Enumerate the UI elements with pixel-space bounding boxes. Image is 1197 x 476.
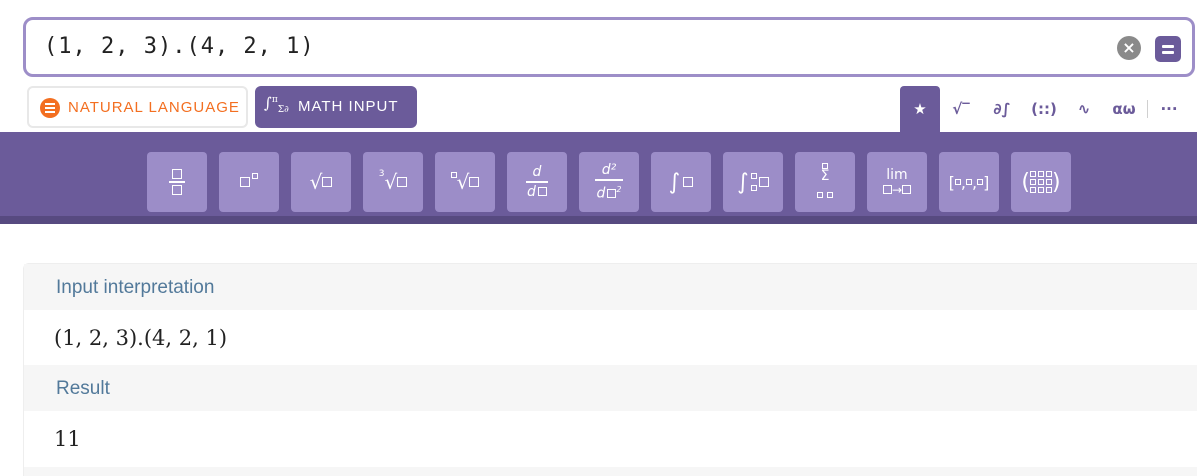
second-derivative-button[interactable]: d² d2: [579, 152, 639, 212]
integral-button[interactable]: ∫: [651, 152, 711, 212]
limit-icon: lim →: [867, 152, 927, 212]
derivative-button[interactable]: d d: [507, 152, 567, 212]
superscript-icon: [219, 152, 279, 212]
wave-icon: ∿: [1077, 100, 1091, 118]
math-input-button[interactable]: ∫πΣ∂ MATH INPUT: [255, 86, 417, 128]
fraction-icon: [147, 152, 207, 212]
input-value[interactable]: (1, 2, 3).(4, 2, 1): [44, 34, 315, 59]
nth-root-icon: √: [435, 152, 495, 212]
cube-root-icon: 3 √: [363, 152, 423, 212]
natural-language-label: NATURAL LANGUAGE: [68, 99, 240, 116]
integral-icon: ∫: [651, 152, 711, 212]
results-panel: Input interpretation (1, 2, 3).(4, 2, 1)…: [23, 263, 1197, 476]
clear-icon[interactable]: ×: [1117, 36, 1141, 60]
pod-header-input: Input interpretation: [24, 264, 1197, 310]
math-input-label: MATH INPUT: [298, 98, 399, 115]
partial-integral-icon: ∂∫: [993, 100, 1011, 118]
sum-button[interactable]: Σ: [795, 152, 855, 212]
vector-button[interactable]: [,,]: [939, 152, 999, 212]
pod-content: (1, 2, 3).(4, 2, 1): [54, 326, 228, 350]
pod-header-result: Result: [24, 365, 1197, 411]
math-input-icon: ∫πΣ∂: [264, 94, 289, 115]
matrix-icon: ( ): [1021, 169, 1061, 195]
math-keyboard-toolbar: √ 3 √ √ d d d² d2 ∫ ∫ Σ lim → [, ,] (…: [0, 132, 1197, 224]
square-root-icon: √: [291, 152, 351, 212]
matrix-button[interactable]: ( ): [1011, 152, 1071, 212]
toolbar-divider: [0, 216, 1197, 224]
tab-algebra[interactable]: √‾: [946, 86, 976, 132]
pod-body-input: (1, 2, 3).(4, 2, 1): [24, 310, 1197, 366]
derivative-icon: d d: [507, 152, 567, 212]
matrix-icon: (::): [1031, 100, 1057, 118]
keyboard-tabs: ★ √‾ ∂∫ (::) ∿ αω ···: [900, 86, 1197, 132]
square-root-button[interactable]: √: [291, 152, 351, 212]
radical-icon: √‾: [952, 100, 970, 118]
cube-root-button[interactable]: 3 √: [363, 152, 423, 212]
tab-functions[interactable]: ∿: [1068, 86, 1100, 132]
fraction-button[interactable]: [147, 152, 207, 212]
definite-integral-button[interactable]: ∫: [723, 152, 783, 212]
tab-divider: [1147, 100, 1148, 118]
pod-body-result: 11: [24, 411, 1197, 467]
definite-integral-icon: ∫: [723, 152, 783, 212]
tab-calculus[interactable]: ∂∫: [984, 86, 1020, 132]
sum-icon: Σ: [795, 152, 855, 212]
natural-language-button[interactable]: NATURAL LANGUAGE: [27, 86, 248, 128]
star-icon: ★: [913, 100, 927, 118]
nth-root-button[interactable]: √: [435, 152, 495, 212]
tab-greek[interactable]: αω: [1106, 86, 1142, 132]
math-input-field[interactable]: (1, 2, 3).(4, 2, 1) ×: [23, 17, 1195, 77]
pod-content: 11: [54, 427, 81, 451]
pod-title: Input interpretation: [56, 277, 215, 298]
tab-favorites[interactable]: ★: [900, 86, 940, 132]
second-derivative-icon: d² d2: [595, 162, 623, 202]
more-icon: ···: [1160, 100, 1178, 118]
vector-icon: [,,]: [948, 172, 990, 192]
greek-icon: αω: [1112, 100, 1136, 118]
superscript-button[interactable]: [219, 152, 279, 212]
tab-matrices[interactable]: (::): [1024, 86, 1064, 132]
limit-button[interactable]: lim →: [867, 152, 927, 212]
equals-icon[interactable]: [1155, 36, 1181, 62]
tab-more[interactable]: ···: [1152, 86, 1186, 132]
pod-title: Result: [56, 378, 110, 399]
pod-footer: [24, 467, 1197, 476]
natural-language-icon: [40, 98, 60, 118]
